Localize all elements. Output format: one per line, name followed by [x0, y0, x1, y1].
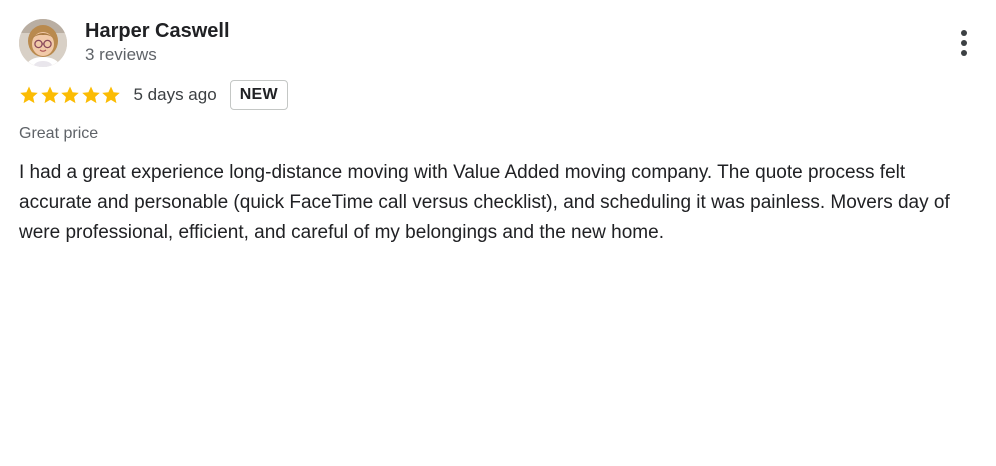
new-badge: NEW [229, 80, 288, 110]
reviewer-name[interactable]: Harper Caswell [85, 19, 230, 43]
star-icon [60, 85, 80, 105]
star-icon [19, 85, 39, 105]
rating-row: 5 days ago NEW [19, 79, 288, 111]
star-icon [81, 85, 101, 105]
review-card: Harper Caswell 3 reviews 5 days ago NEW … [0, 0, 996, 466]
more-vert-icon-dot [961, 40, 967, 46]
star-icon [101, 85, 121, 105]
review-date: 5 days ago [133, 85, 217, 104]
more-vert-icon [961, 30, 967, 36]
reviewer-review-count: 3 reviews [85, 45, 157, 64]
more-vert-icon-dot [961, 50, 967, 56]
review-subject: Great price [19, 125, 99, 142]
star-rating [19, 85, 122, 105]
more-options-button[interactable] [948, 26, 980, 60]
avatar[interactable] [19, 19, 67, 67]
star-icon [40, 85, 60, 105]
avatar-photo-icon [19, 19, 67, 67]
review-text: I had a great experience long-distance m… [19, 162, 950, 243]
